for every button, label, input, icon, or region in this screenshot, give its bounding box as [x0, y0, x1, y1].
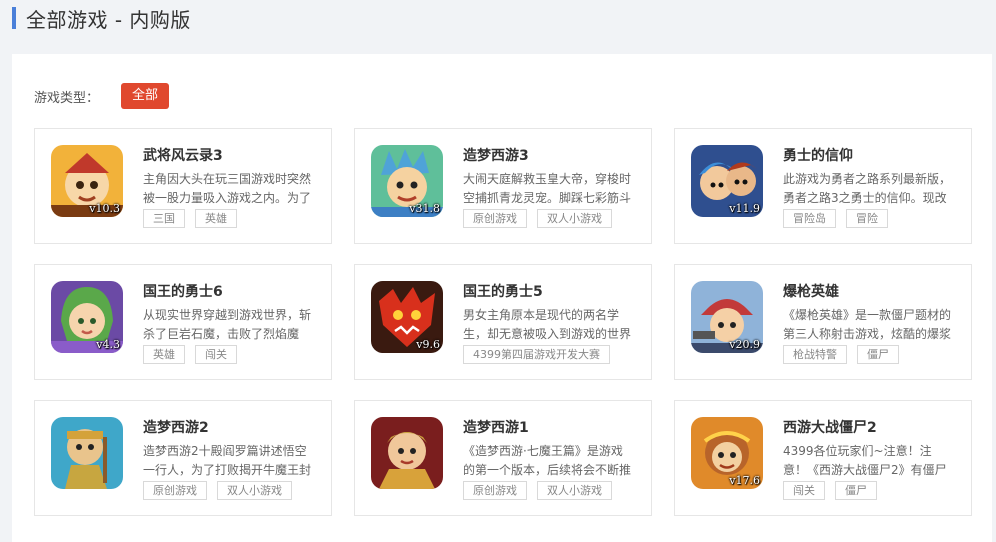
game-title[interactable]: 国王的勇士5 — [463, 281, 543, 301]
version-label: v20.9 — [729, 338, 760, 351]
game-tag[interactable]: 闯关 — [783, 481, 825, 500]
game-description: 男女主角原本是现代的两名学生，却无意被吸入到游戏的世界 — [463, 308, 632, 341]
game-card[interactable]: v11.9 勇士的信仰 此游戏为勇者之路系列最新版，勇者之路3之勇士的信仰。现改… — [674, 128, 972, 244]
game-description: 从现实世界穿越到游戏世界，斩杀了巨岩石魔，击败了烈焰魔 — [143, 308, 312, 341]
filter-row: 游戏类型： 全部 — [34, 83, 170, 109]
game-card[interactable]: v9.6 国王的勇士5 男女主角原本是现代的两名学生，却无意被吸入到游戏的世界 … — [354, 264, 652, 380]
game-title[interactable]: 西游大战僵尸2 — [783, 417, 877, 437]
game-title[interactable]: 国王的勇士6 — [143, 281, 223, 301]
game-tags: 三国 英雄 — [143, 209, 247, 228]
version-label: v10.3 — [89, 202, 120, 215]
version-label: v4.3 — [96, 338, 120, 351]
version-label: v9.6 — [416, 338, 440, 351]
game-tags: 4399第四届游戏开发大赛 — [463, 345, 620, 364]
game-description: 此游戏为勇者之路系列最新版，勇者之路3之勇士的信仰。现改 — [783, 172, 952, 205]
game-tags: 原创游戏 双人小游戏 — [463, 209, 622, 228]
gunner-icon[interactable]: v20.9 — [691, 281, 763, 353]
game-tag[interactable]: 双人小游戏 — [537, 481, 612, 500]
page-header: 全部游戏 - 内购版 — [12, 0, 191, 36]
game-tag[interactable]: 双人小游戏 — [217, 481, 292, 500]
game-title[interactable]: 造梦西游2 — [143, 417, 209, 437]
filter-tag-all[interactable]: 全部 — [121, 83, 170, 109]
game-tag[interactable]: 英雄 — [195, 209, 237, 228]
game-card[interactable]: v17.6 西游大战僵尸2 4399各位玩家们~注意！注意！《西游大战僵尸2》有… — [674, 400, 972, 516]
tang-monk-icon[interactable] — [371, 417, 443, 489]
game-title[interactable]: 造梦西游1 — [463, 417, 529, 437]
game-tag[interactable]: 僵尸 — [835, 481, 877, 500]
game-tags: 原创游戏 双人小游戏 — [463, 481, 622, 500]
game-card[interactable]: v4.3 国王的勇士6 从现实世界穿越到游戏世界，斩杀了巨岩石魔，击败了烈焰魔 … — [34, 264, 332, 380]
monkey-king-icon[interactable]: v31.8 — [371, 145, 443, 217]
game-description: 造梦西游2十殿阎罗篇讲述悟空一行人，为了打败揭开牛魔王封 — [143, 444, 312, 477]
game-description: 《爆枪英雄》是一款僵尸题材的第三人称射击游戏，炫酷的爆浆 — [783, 308, 952, 341]
game-tags: 闯关 僵尸 — [783, 481, 887, 500]
warrior-icon[interactable]: v10.3 — [51, 145, 123, 217]
page-title: 全部游戏 - 内购版 — [26, 7, 191, 32]
game-title[interactable]: 造梦西游3 — [463, 145, 529, 165]
game-description: 4399各位玩家们~注意！注意！《西游大战僵尸2》有僵尸出 — [783, 444, 947, 477]
game-tag[interactable]: 冒险 — [846, 209, 888, 228]
game-tag[interactable]: 闯关 — [195, 345, 237, 364]
game-tag[interactable]: 双人小游戏 — [537, 209, 612, 228]
game-tags: 枪战特警 僵尸 — [783, 345, 909, 364]
game-tag[interactable]: 原创游戏 — [143, 481, 207, 500]
game-card[interactable]: 造梦西游1 《造梦西游·七魔王篇》是游戏的第一个版本，后续将会不断推 原创游戏 … — [354, 400, 652, 516]
filter-label: 游戏类型： — [34, 90, 100, 106]
game-tags: 原创游戏 双人小游戏 — [143, 481, 302, 500]
game-tag[interactable]: 枪战特警 — [783, 345, 847, 364]
monk-icon[interactable] — [51, 417, 123, 489]
version-label: v31.8 — [409, 202, 440, 215]
game-title[interactable]: 勇士的信仰 — [783, 145, 853, 165]
hero-duo-icon[interactable]: v11.9 — [691, 145, 763, 217]
game-tag[interactable]: 英雄 — [143, 345, 185, 364]
game-tag[interactable]: 原创游戏 — [463, 209, 527, 228]
game-tag[interactable]: 僵尸 — [857, 345, 899, 364]
game-tags: 冒险岛 冒险 — [783, 209, 898, 228]
elf-girl-icon[interactable]: v4.3 — [51, 281, 123, 353]
game-tag[interactable]: 冒险岛 — [783, 209, 836, 228]
red-dragon-icon[interactable]: v9.6 — [371, 281, 443, 353]
game-card[interactable]: 造梦西游2 造梦西游2十殿阎罗篇讲述悟空一行人，为了打败揭开牛魔王封 原创游戏 … — [34, 400, 332, 516]
game-card[interactable]: v10.3 武将风云录3 主角因大头在玩三国游戏时突然被一股力量吸入游戏之内。为… — [34, 128, 332, 244]
game-title[interactable]: 武将风云录3 — [143, 145, 223, 165]
game-description: 大闹天庭解救玉皇大帝，穿梭时空捕抓青龙灵宠。脚踩七彩筋斗 — [463, 172, 632, 205]
version-label: v11.9 — [729, 202, 760, 215]
game-card[interactable]: v31.8 造梦西游3 大闹天庭解救玉皇大帝，穿梭时空捕抓青龙灵宠。脚踩七彩筋斗… — [354, 128, 652, 244]
game-description: 《造梦西游·七魔王篇》是游戏的第一个版本，后续将会不断推 — [463, 444, 632, 477]
header-accent-bar — [12, 7, 16, 29]
game-title[interactable]: 爆枪英雄 — [783, 281, 839, 301]
version-label: v17.6 — [729, 474, 760, 487]
game-tag[interactable]: 三国 — [143, 209, 185, 228]
game-list-panel: 游戏类型： 全部 v10.3 武将风云录3 主角因大头在玩三国游戏时突然被一股力… — [12, 54, 992, 542]
game-tags: 英雄 闯关 — [143, 345, 247, 364]
game-tag[interactable]: 4399第四届游戏开发大赛 — [463, 345, 610, 364]
game-tag[interactable]: 原创游戏 — [463, 481, 527, 500]
wukong-zombie-icon[interactable]: v17.6 — [691, 417, 763, 489]
game-card[interactable]: v20.9 爆枪英雄 《爆枪英雄》是一款僵尸题材的第三人称射击游戏，炫酷的爆浆 … — [674, 264, 972, 380]
game-description: 主角因大头在玩三国游戏时突然被一股力量吸入游戏之内。为了 — [143, 172, 312, 205]
